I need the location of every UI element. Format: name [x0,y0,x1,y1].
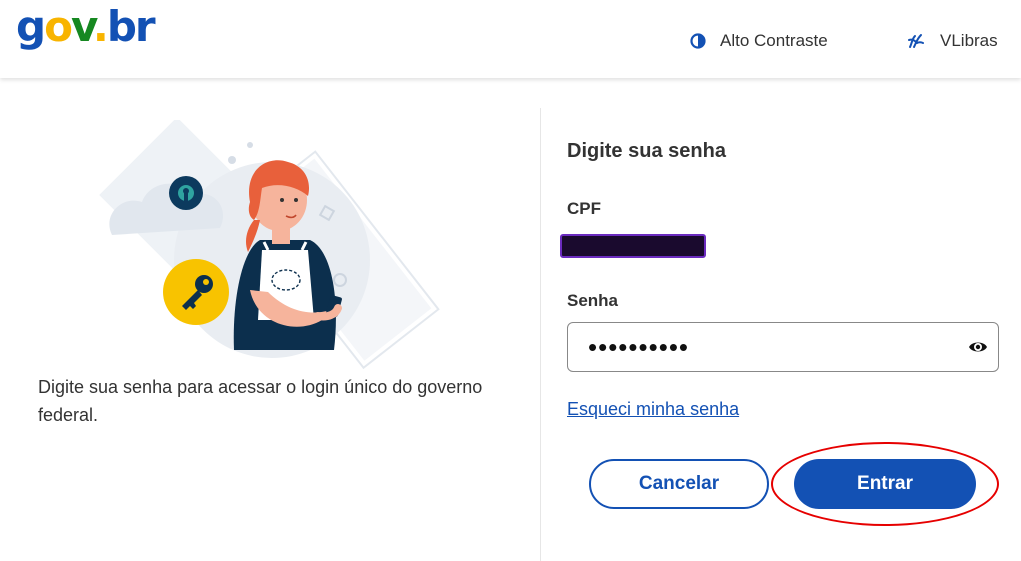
high-contrast-toggle[interactable]: Alto Contraste [690,28,828,54]
govbr-logo[interactable]: gov.br [16,2,156,52]
enter-button[interactable]: Entrar [794,459,976,509]
key-badge [163,259,229,325]
keyhole-badge [169,176,203,210]
cpf-value-redacted [560,234,706,258]
password-input[interactable]: •••••••••• [567,322,999,372]
password-value: •••••••••• [588,332,690,362]
vlibras-label: VLibras [940,31,998,50]
logo-o: o [44,2,73,51]
intro-text: Digite sua senha para acessar o login ún… [38,377,483,425]
form-title: Digite sua senha [567,140,726,162]
forgot-password-link[interactable]: Esqueci minha senha [567,399,739,420]
vlibras-hands-icon [908,34,924,48]
logo-dot: . [92,2,109,51]
top-header: gov.br Alto Contraste VLibras [0,0,1021,78]
contrast-icon [690,33,706,49]
vlibras-button[interactable]: VLibras [906,28,998,54]
password-label: Senha [567,291,619,310]
column-divider [540,108,541,561]
cancel-button[interactable]: Cancelar [589,459,769,509]
logo-v: v [70,2,95,51]
login-illustration [99,120,440,370]
high-contrast-label: Alto Contraste [720,31,828,50]
cpf-label: CPF [567,199,601,218]
eye-icon[interactable] [968,337,988,357]
logo-g: g [16,2,46,51]
logo-br: br [106,2,156,51]
